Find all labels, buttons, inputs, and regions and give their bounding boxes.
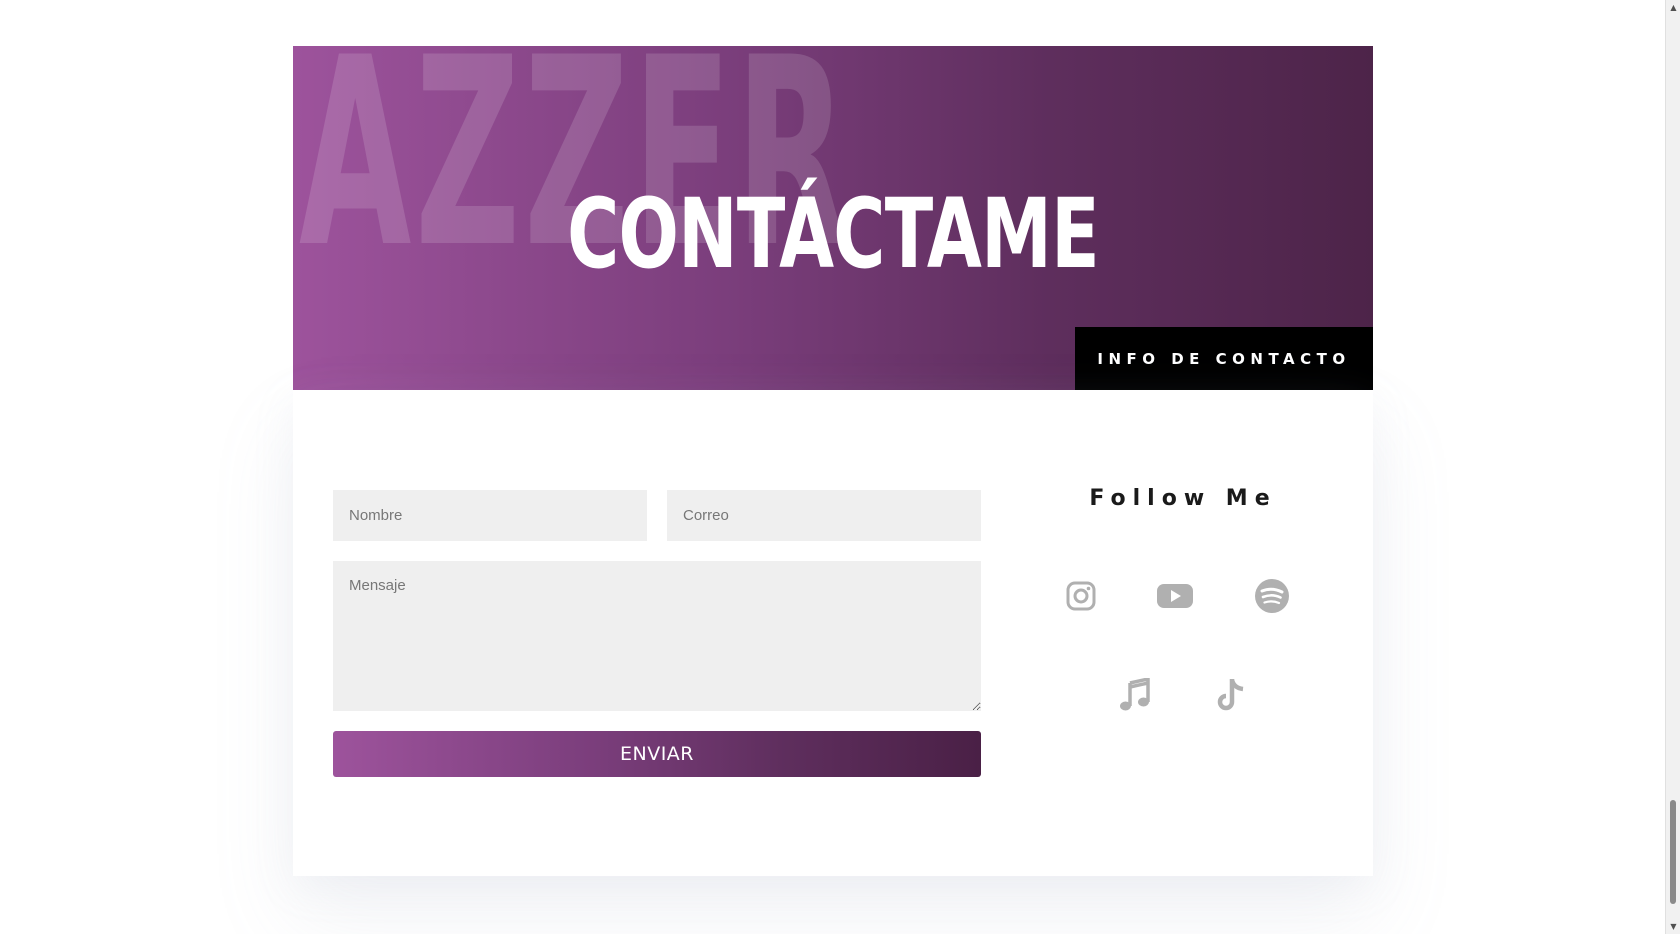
youtube-icon — [1157, 582, 1193, 610]
tiktok-link[interactable] — [1212, 675, 1252, 715]
contact-card: ENVIAR Follow Me — [293, 390, 1373, 876]
contact-info-tab[interactable]: INFO DE CONTACTO — [1075, 327, 1373, 390]
vertical-scrollbar[interactable]: ▲ ▼ — [1665, 0, 1680, 934]
music-note-icon — [1119, 678, 1151, 712]
scroll-down-arrow-icon[interactable]: ▼ — [1666, 919, 1680, 934]
email-field[interactable] — [667, 490, 981, 541]
page-viewport: AZZER CONTÁCTAME INFO DE CONTACTO ENVIAR… — [0, 0, 1665, 934]
scroll-up-arrow-icon[interactable]: ▲ — [1666, 0, 1680, 15]
scrollbar-thumb[interactable] — [1670, 800, 1676, 904]
message-field[interactable] — [333, 561, 981, 711]
youtube-link[interactable] — [1155, 576, 1195, 616]
instagram-link[interactable] — [1061, 576, 1101, 616]
spotify-icon — [1254, 578, 1290, 614]
page-title: CONTÁCTAME — [567, 178, 1100, 290]
spotify-link[interactable] — [1252, 576, 1292, 616]
send-button[interactable]: ENVIAR — [333, 731, 981, 777]
instagram-icon — [1065, 580, 1097, 612]
tiktok-icon — [1216, 677, 1248, 713]
follow-me-heading: Follow Me — [1089, 486, 1277, 511]
music-link[interactable] — [1115, 675, 1155, 715]
contact-hero-banner: AZZER CONTÁCTAME INFO DE CONTACTO — [293, 46, 1373, 390]
name-field[interactable] — [333, 490, 647, 541]
